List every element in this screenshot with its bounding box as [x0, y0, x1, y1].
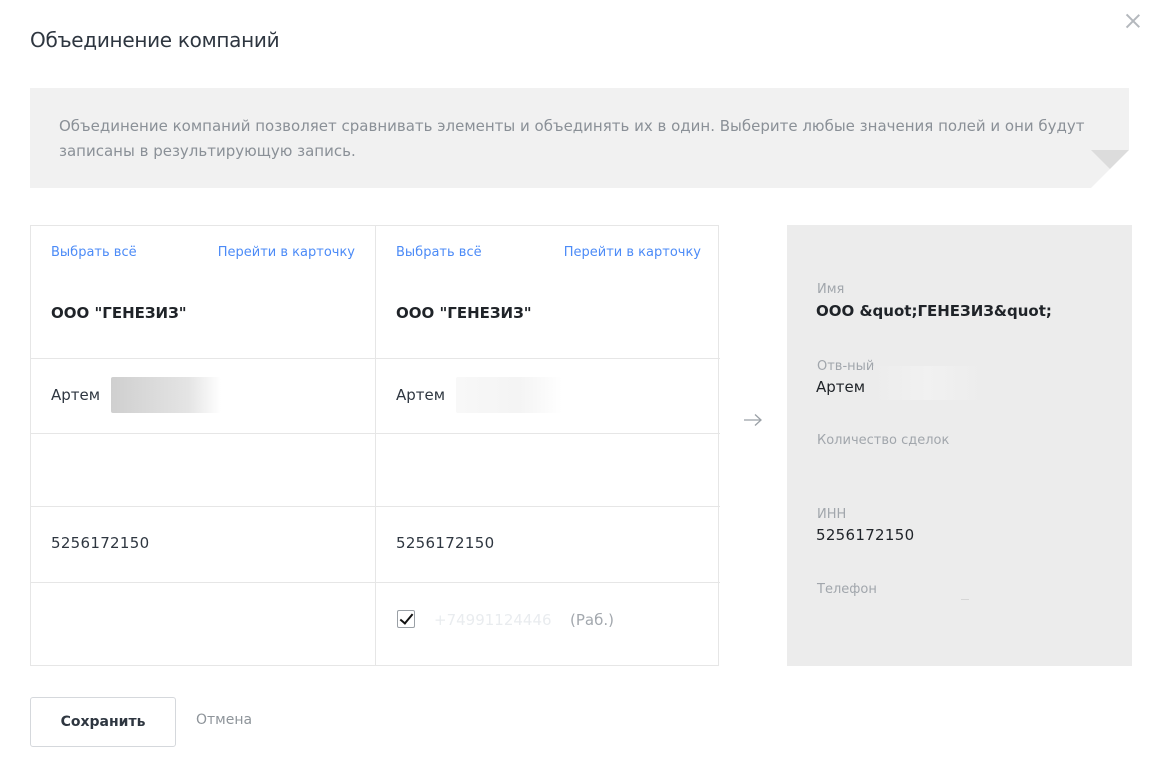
- inn-value: 5256172150: [396, 534, 495, 552]
- close-icon[interactable]: [1122, 10, 1144, 32]
- result-name-label: Имя: [817, 282, 845, 297]
- result-responsible-value: Артем: [816, 378, 866, 396]
- cancel-button[interactable]: Отмена: [196, 712, 252, 728]
- phone-cell[interactable]: [31, 583, 375, 666]
- responsible-cell[interactable]: Артем: [31, 359, 375, 434]
- merge-result-panel: Имя ООО &quot;ГЕНЕЗИЗ&quot; Отв-ный Арте…: [787, 225, 1132, 666]
- phone-type: (Раб.): [570, 611, 614, 629]
- info-banner: Объединение компаний позволяет сравниват…: [30, 88, 1129, 188]
- responsible-cell[interactable]: Артем: [376, 359, 720, 434]
- info-text: Объединение компаний позволяет сравниват…: [59, 117, 1085, 160]
- phone-checkbox[interactable]: [397, 610, 415, 628]
- redacted-surname: [111, 377, 221, 413]
- open-card-link[interactable]: Перейти в карточку: [564, 245, 701, 260]
- redacted-surname: [456, 377, 562, 413]
- select-all-link[interactable]: Выбрать всё: [51, 245, 137, 260]
- comparison-grid: Выбрать всё Перейти в карточку ООО "ГЕНЕ…: [30, 225, 720, 666]
- save-button[interactable]: Сохранить: [30, 697, 176, 747]
- name-cell[interactable]: Выбрать всё Перейти в карточку ООО "ГЕНЕ…: [31, 226, 375, 359]
- arrow-right-icon: [744, 414, 762, 426]
- result-phone-placeholder: [961, 599, 969, 600]
- inn-cell[interactable]: 5256172150: [376, 507, 720, 583]
- dialog-title: Объединение компаний: [30, 28, 280, 52]
- phone-cell[interactable]: +74991124446 (Раб.): [376, 583, 720, 666]
- inn-cell[interactable]: 5256172150: [31, 507, 375, 583]
- company-column-2: Выбрать всё Перейти в карточку ООО "ГЕНЕ…: [375, 226, 720, 665]
- name-cell[interactable]: Выбрать всё Перейти в карточку ООО "ГЕНЕ…: [376, 226, 720, 359]
- redacted-surname: [873, 366, 983, 400]
- open-card-link[interactable]: Перейти в карточку: [218, 245, 355, 260]
- select-all-link[interactable]: Выбрать всё: [396, 245, 482, 260]
- result-responsible-label: Отв-ный: [817, 359, 875, 374]
- responsible-value: Артем: [51, 386, 101, 404]
- company-name: ООО "ГЕНЕЗИЗ": [51, 304, 187, 322]
- responsible-value: Артем: [396, 386, 446, 404]
- result-inn-value: 5256172150: [816, 526, 915, 544]
- result-phone-label: Телефон: [817, 582, 877, 597]
- company-name: ООО "ГЕНЕЗИЗ": [396, 304, 532, 322]
- inn-value: 5256172150: [51, 534, 150, 552]
- company-column-1: Выбрать всё Перейти в карточку ООО "ГЕНЕ…: [31, 226, 375, 665]
- phone-value: +74991124446: [434, 611, 552, 629]
- page-fold-cover: [1091, 150, 1129, 188]
- deals-cell[interactable]: [31, 434, 375, 507]
- deals-cell[interactable]: [376, 434, 720, 507]
- result-name-value: ООО &quot;ГЕНЕЗИЗ&quot;: [816, 302, 1052, 320]
- result-inn-label: ИНН: [817, 507, 847, 522]
- result-deals-label: Количество сделок: [817, 433, 950, 448]
